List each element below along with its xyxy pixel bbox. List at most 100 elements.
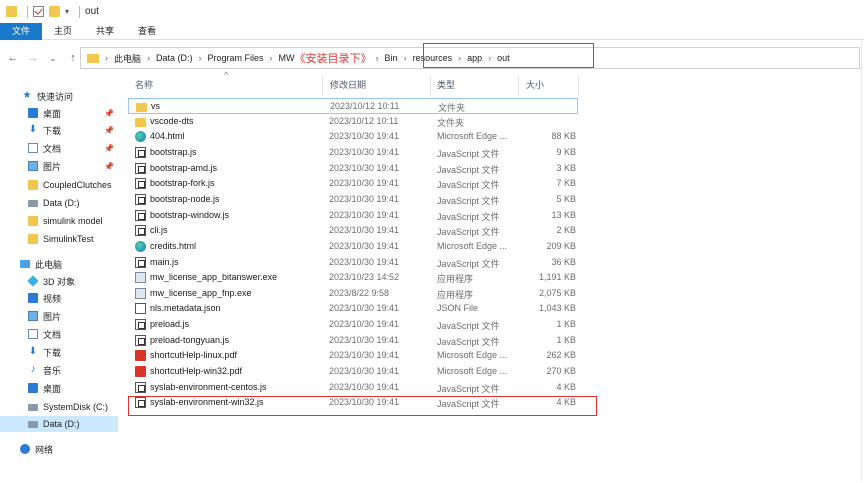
breadcrumb-separator[interactable]: ›: [147, 53, 150, 63]
sidebar-item-label: 图片: [43, 161, 62, 172]
file-size: 1,191 KB: [538, 272, 576, 283]
recent-locations-icon[interactable]: ⌄: [46, 54, 60, 63]
sidebar-item-downloads-pc[interactable]: ⬇ 下载: [28, 344, 61, 360]
file-row[interactable]: bootstrap.js 2023/10/30 19:41 JavaScript 文…: [128, 145, 578, 161]
folder-icon: [135, 117, 146, 127]
sidebar-item-pictures-pc[interactable]: 图片: [28, 308, 61, 324]
file-name: shortcutHelp-win32.pdf: [150, 366, 243, 377]
file-type: 应用程序: [437, 289, 474, 300]
sidebar-item-simulinktest[interactable]: SimulinkTest: [28, 231, 94, 247]
file-row[interactable]: shortcutHelp-linux.pdf 2023/10/30 19:41 Mi…: [128, 348, 578, 364]
sidebar-item-pictures[interactable]: 图片 📌: [28, 158, 118, 174]
file-name: vscode-dts: [150, 115, 194, 126]
forward-icon[interactable]: →: [26, 52, 40, 64]
file-row[interactable]: cli.js 2023/10/30 19:41 JavaScript 文件 2 KB: [128, 223, 578, 239]
edge-icon: [135, 131, 146, 143]
breadcrumb-mw[interactable]: MW: [279, 53, 295, 63]
sidebar-item-data-drive-pc[interactable]: Data (D:): [0, 416, 118, 432]
tab-home[interactable]: 主页: [42, 23, 84, 40]
sidebar-item-desktop[interactable]: 桌面 📌: [28, 105, 118, 121]
sidebar-item-desktop-pc[interactable]: 桌面: [28, 380, 61, 396]
pin-icon[interactable]: 📌: [104, 144, 114, 153]
file-row[interactable]: syslab-environment-centos.js 2023/10/30 1…: [128, 380, 578, 396]
javascript-file-icon: [135, 146, 146, 158]
breadcrumb-separator[interactable]: ›: [270, 53, 273, 63]
file-row[interactable]: preload.js 2023/10/30 19:41 JavaScript 文件 1…: [128, 317, 578, 333]
breadcrumb-this-pc[interactable]: 此电脑: [114, 52, 141, 65]
sidebar-item-network[interactable]: 网络: [20, 441, 53, 457]
column-header-type[interactable]: 类型: [437, 78, 455, 94]
breadcrumb-separator[interactable]: ›: [199, 53, 202, 63]
file-row[interactable]: credits.html 2023/10/30 19:41 Microsoft Ed…: [128, 239, 578, 255]
sidebar-item-documents[interactable]: 文档 📌: [28, 140, 118, 156]
sidebar-item-quick-access[interactable]: ★ 快速访问: [22, 88, 74, 104]
breadcrumb-separator[interactable]: ›: [404, 53, 407, 63]
sidebar-item-downloads[interactable]: ⬇ 下载 📌: [28, 122, 118, 138]
pictures-icon: [28, 311, 38, 321]
file-row[interactable]: bootstrap-fork.js 2023/10/30 19:41 JavaScr…: [128, 176, 578, 192]
file-row[interactable]: nls.metadata.json 2023/10/30 19:41 JSON Fi…: [128, 301, 578, 317]
file-date: 2023/10/30 19:41: [329, 319, 400, 330]
edge-icon: [135, 240, 146, 252]
back-icon[interactable]: ←: [6, 52, 20, 64]
sidebar-item-coupledclutches[interactable]: CoupledClutches: [28, 177, 112, 193]
column-divider[interactable]: [322, 76, 323, 96]
file-name: bootstrap-window.js: [150, 209, 230, 220]
file-row[interactable]: vs 2023/10/12 10:11 文件夹: [128, 98, 578, 114]
file-row[interactable]: mw_license_app_bitanswer.exe 2023/10/23 1…: [128, 270, 578, 286]
sidebar-item-simulink-model[interactable]: simulink model: [28, 213, 103, 229]
file-name: vs: [151, 101, 160, 111]
file-type: Microsoft Edge ...: [437, 366, 508, 377]
up-icon[interactable]: ↑: [66, 52, 80, 64]
file-row[interactable]: mw_license_app_fnp.exe 2023/8/22 9:58 应用程序…: [128, 286, 578, 302]
pin-icon[interactable]: 📌: [104, 162, 114, 171]
file-row[interactable]: vscode-dts 2023/10/12 10:11 文件夹: [128, 114, 578, 130]
breadcrumb-separator[interactable]: ›: [105, 53, 108, 63]
column-divider[interactable]: [430, 76, 431, 96]
breadcrumb-bin[interactable]: Bin: [385, 53, 398, 63]
sidebar-item-data-drive[interactable]: Data (D:): [28, 195, 80, 211]
javascript-file-icon: [135, 209, 146, 221]
divider: [79, 5, 81, 18]
file-row[interactable]: bootstrap-amd.js 2023/10/30 19:41 JavaScri…: [128, 161, 578, 177]
star-icon: ★: [22, 90, 32, 101]
sidebar-item-label: 网络: [35, 444, 54, 455]
file-row[interactable]: preload-tongyuan.js 2023/10/30 19:41 JavaS…: [128, 333, 578, 349]
file-row[interactable]: shortcutHelp-win32.pdf 2023/10/30 19:41 Mi…: [128, 364, 578, 380]
sidebar-item-system-disk[interactable]: SystemDisk (C:): [28, 399, 108, 415]
breadcrumb-separator[interactable]: ›: [376, 53, 379, 63]
file-row[interactable]: 404.html 2023/10/30 19:41 Microsoft Edge .…: [128, 129, 578, 145]
tab-share[interactable]: 共享: [84, 23, 126, 40]
javascript-file-icon: [135, 256, 146, 268]
sidebar-item-music[interactable]: ♪ 音乐: [28, 362, 62, 378]
drive-icon: [28, 420, 38, 428]
file-row[interactable]: bootstrap-node.js 2023/10/30 19:41 JavaScr…: [128, 192, 578, 208]
tab-view[interactable]: 查看: [126, 23, 168, 40]
breadcrumb-data-drive[interactable]: Data (D:): [156, 53, 193, 63]
customize-toolbar-icon[interactable]: ▾: [65, 7, 69, 16]
breadcrumb-program-files[interactable]: Program Files: [208, 53, 264, 63]
folder-icon: [28, 180, 38, 190]
objects-3d-icon: [27, 275, 39, 287]
column-divider[interactable]: [578, 76, 579, 96]
tab-file[interactable]: 文件: [0, 23, 43, 40]
column-header-size[interactable]: 大小: [526, 78, 544, 94]
sidebar-item-documents-pc[interactable]: 文档: [28, 326, 61, 342]
pin-icon[interactable]: 📌: [104, 109, 114, 118]
column-header-date[interactable]: 修改日期: [330, 78, 366, 94]
file-type: JavaScript 文件: [437, 383, 500, 394]
new-folder-icon[interactable]: [49, 6, 60, 17]
file-date: 2023/10/30 19:41: [329, 303, 400, 314]
column-header-name[interactable]: 名称: [135, 78, 153, 94]
sidebar-item-videos[interactable]: 视频: [28, 290, 61, 306]
file-row[interactable]: bootstrap-window.js 2023/10/30 19:41 JavaS…: [128, 208, 578, 224]
sidebar-item-this-pc[interactable]: 此电脑: [20, 256, 62, 272]
sidebar-item-3d-objects[interactable]: 3D 对象: [27, 273, 75, 289]
properties-icon[interactable]: [33, 6, 44, 17]
navigation-pane: ★ 快速访问 桌面 📌 ⬇ 下载 📌 文档 📌 图片 📌 CoupledClut…: [0, 80, 122, 480]
application-icon: [135, 287, 146, 299]
file-row[interactable]: main.js 2023/10/30 19:41 JavaScript 文件 36 K…: [128, 255, 578, 271]
pin-icon[interactable]: 📌: [104, 126, 114, 135]
file-type: JavaScript 文件: [437, 148, 500, 159]
column-divider[interactable]: [518, 76, 519, 96]
